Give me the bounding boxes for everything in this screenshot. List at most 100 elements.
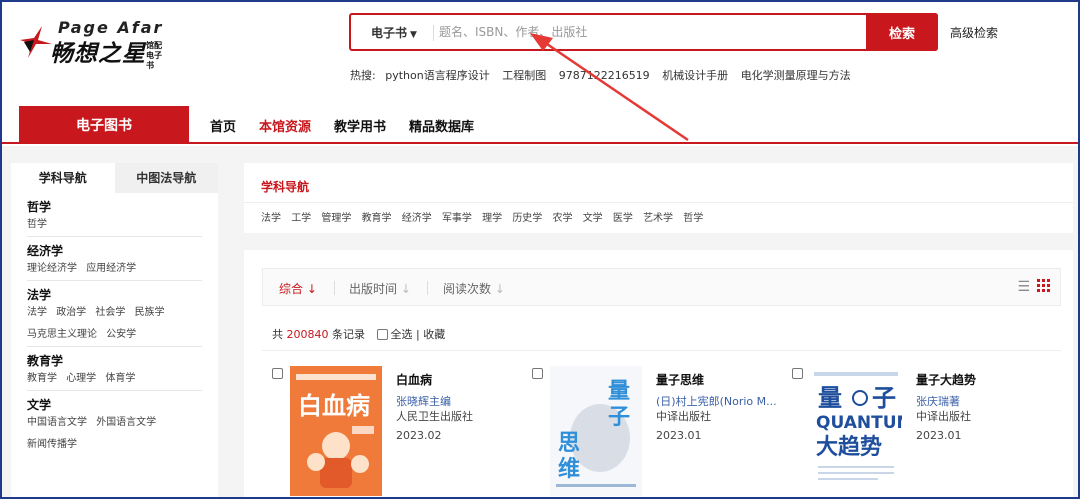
sidebar-link[interactable]: 社会学	[95, 307, 125, 318]
site-logo[interactable]: Page Afar 畅想之星 馆配 电子书	[18, 18, 178, 70]
sidebar-link[interactable]: 理论经济学	[27, 263, 77, 274]
sidebar-heading[interactable]: 法学	[27, 281, 202, 303]
sidebar-link[interactable]: 外国语言文学	[96, 417, 156, 428]
divider	[262, 350, 1061, 351]
nav-item-home[interactable]: 首页	[210, 116, 236, 135]
logo-subtitle: 馆配 电子书	[146, 41, 162, 70]
svg-text:大趋势: 大趋势	[816, 434, 882, 460]
hot-search-row: 热搜: python语言程序设计 工程制图 9787122216519 机械设计…	[350, 67, 860, 83]
subject-link[interactable]: 文学	[583, 213, 603, 224]
sidebar-link[interactable]: 法学	[27, 307, 47, 318]
sidebar-link[interactable]: 新闻传播学	[27, 439, 77, 450]
sidebar-link[interactable]: 体育学	[105, 373, 135, 384]
sidebar-link[interactable]: 马克思主义理论	[27, 329, 97, 340]
search-type-dropdown[interactable]: 电子书 ▼	[371, 24, 417, 41]
sidebar: 学科导航 中图法导航 哲学 哲学 经济学 理论经济学 应用经济学 法学 法学 政…	[11, 163, 218, 499]
logo-chinese-text: 畅想之星	[50, 41, 146, 67]
svg-text:维: 维	[558, 456, 580, 482]
sidebar-heading[interactable]: 教育学	[27, 347, 202, 369]
sidebar-links: 中国语言文学 外国语言文学	[27, 413, 202, 435]
book-checkbox[interactable]	[792, 368, 803, 379]
sidebar-links: 哲学	[27, 215, 202, 237]
hot-search-term[interactable]: python语言程序设计	[385, 69, 489, 82]
book-cover[interactable]: 白血病	[290, 366, 382, 496]
sidebar-link[interactable]: 中国语言文学	[27, 417, 87, 428]
list-view-icon[interactable]: ☰	[1017, 279, 1030, 295]
search-button[interactable]: 检索	[866, 13, 938, 51]
book-cover[interactable]: 量 子 思 维	[550, 366, 642, 496]
sort-label: 出版时间	[349, 282, 398, 296]
svg-text:子: 子	[608, 405, 630, 430]
sidebar-link[interactable]: 公安学	[106, 329, 136, 340]
subject-link[interactable]: 管理学	[321, 213, 351, 224]
sidebar-links: 理论经济学 应用经济学	[27, 259, 202, 281]
subject-link[interactable]: 农学	[553, 213, 573, 224]
subject-link[interactable]: 医学	[613, 213, 633, 224]
hot-search-label: 热搜:	[350, 69, 376, 82]
book-title[interactable]: 量子大趋势	[916, 371, 976, 388]
sidebar-link[interactable]: 教育学	[27, 373, 57, 384]
sidebar-link[interactable]: 哲学	[27, 219, 47, 230]
count-prefix: 共	[272, 328, 283, 341]
select-all-checkbox[interactable]	[376, 329, 388, 340]
caret-down-icon: ▼	[410, 30, 417, 40]
subject-link[interactable]: 哲学	[683, 213, 703, 224]
book-author[interactable]: 张庆瑞著	[916, 393, 1041, 409]
book-title[interactable]: 量子思维	[656, 371, 704, 388]
subject-link[interactable]: 艺术学	[643, 213, 673, 224]
sort-bar: 综合 ↓ 出版时间 ↓ 阅读次数 ↓ ☰	[262, 268, 1061, 306]
svg-text:量: 量	[818, 384, 842, 412]
sidebar-link[interactable]: 应用经济学	[86, 263, 136, 274]
subject-link[interactable]: 军事学	[442, 213, 472, 224]
nav-item-textbooks[interactable]: 教学用书	[334, 116, 386, 135]
sidebar-heading[interactable]: 文学	[27, 391, 202, 413]
book-title[interactable]: 白血病	[396, 371, 432, 388]
star-logo-icon	[20, 26, 52, 58]
book-date: 2023.01	[916, 429, 962, 442]
hot-search-term[interactable]: 电化学测量原理与方法	[741, 69, 851, 82]
sidebar-link[interactable]: 民族学	[135, 307, 165, 318]
subject-link[interactable]: 工学	[291, 213, 311, 224]
svg-text:子: 子	[872, 384, 896, 412]
sidebar-heading[interactable]: 经济学	[27, 237, 202, 259]
sort-arrow-icon: ↓	[494, 282, 505, 296]
sort-read-count[interactable]: 阅读次数 ↓	[443, 280, 505, 297]
sort-publish-date[interactable]: 出版时间 ↓	[349, 280, 411, 297]
book-checkbox[interactable]	[272, 368, 283, 379]
svg-text:量: 量	[608, 379, 630, 404]
nav-tab-ebooks[interactable]: 电子图书	[19, 106, 189, 144]
book-checkbox[interactable]	[532, 368, 543, 379]
hot-search-term[interactable]: 工程制图	[502, 69, 546, 82]
advanced-search-link[interactable]: 高级检索	[950, 24, 998, 41]
book-card: 白血病 白血病 张晓辉主编 人民卫生出版社 2023.02	[272, 366, 532, 499]
subject-link[interactable]: 法学	[261, 213, 281, 224]
book-cover[interactable]: 量 子 QUANTUM 大趋势	[810, 366, 902, 496]
sort-label: 阅读次数	[443, 282, 492, 296]
sort-separator	[334, 281, 335, 295]
tab-subject-nav[interactable]: 学科导航	[11, 163, 115, 193]
book-date: 2023.02	[396, 429, 442, 442]
sidebar-links: 新闻传播学	[27, 435, 202, 457]
sidebar-heading[interactable]: 哲学	[27, 193, 202, 215]
nav-item-databases[interactable]: 精品数据库	[409, 116, 474, 135]
svg-text:白血病: 白血病	[298, 392, 370, 420]
hot-search-term[interactable]: 机械设计手册	[662, 69, 728, 82]
subject-link[interactable]: 经济学	[402, 213, 432, 224]
hot-search-term[interactable]: 9787122216519	[559, 69, 650, 82]
subject-link[interactable]: 历史学	[512, 213, 542, 224]
subject-link[interactable]: 教育学	[362, 213, 392, 224]
search-input[interactable]	[439, 21, 859, 43]
book-cover-art: 量 子 QUANTUM 大趋势	[810, 366, 902, 496]
divider	[244, 202, 1073, 203]
tab-clc-nav[interactable]: 中图法导航	[114, 163, 218, 193]
sort-comprehensive[interactable]: 综合 ↓	[279, 280, 317, 297]
sort-arrow-icon: ↓	[306, 282, 317, 296]
select-all-label[interactable]: 全选 | 收藏	[391, 328, 446, 341]
book-author[interactable]: 张晓辉主编	[396, 393, 521, 409]
grid-view-icon[interactable]	[1037, 279, 1050, 292]
sidebar-link[interactable]: 政治学	[56, 307, 86, 318]
sidebar-link[interactable]: 心理学	[66, 373, 96, 384]
subject-link[interactable]: 理学	[482, 213, 502, 224]
nav-item-library-resources[interactable]: 本馆资源	[259, 116, 311, 135]
book-author[interactable]: (日)村上宪郎(Norio M...	[656, 393, 781, 409]
